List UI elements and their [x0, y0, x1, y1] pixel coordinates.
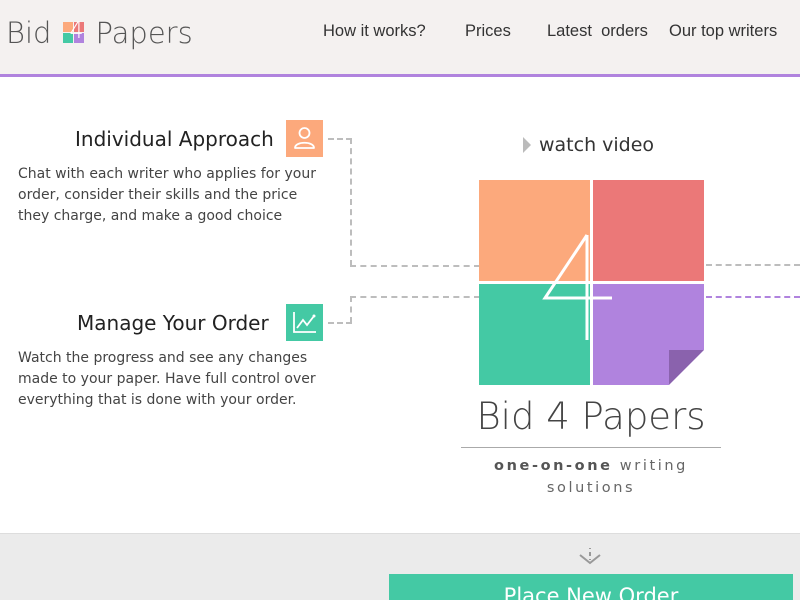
feature-text-individual-approach: Chat with each writer who applies for yo… — [18, 166, 316, 224]
logo-text-right: Papers — [95, 16, 193, 50]
logo-text-left: Bid — [6, 16, 52, 50]
feature-text-manage-order: Watch the progress and see any changes m… — [18, 350, 316, 408]
logo-mark-number: 4 — [65, 18, 87, 44]
watch-video-label: watch video — [539, 134, 655, 156]
page: Bid 4 Papers How it works? Prices Latest… — [0, 0, 800, 600]
nav-how-it-works[interactable]: How it works? — [323, 22, 426, 41]
nav-latest-orders[interactable]: Latest orders — [547, 22, 648, 41]
feature-title-individual-approach: Individual Approach — [75, 127, 274, 151]
user-icon — [286, 120, 323, 157]
logo-mark-icon: 4 — [63, 19, 85, 44]
site-logo[interactable]: Bid 4 Papers — [6, 16, 193, 50]
nav-top-writers[interactable]: Our top writers — [669, 22, 777, 41]
connector-line — [706, 264, 800, 266]
connector-line — [350, 138, 352, 266]
connector-line — [706, 296, 800, 298]
chart-icon — [286, 304, 323, 341]
place-new-order-button[interactable]: Place New Order — [389, 574, 793, 600]
connector-line — [350, 265, 480, 267]
connector-line — [328, 322, 352, 324]
connector-line — [350, 296, 480, 298]
play-icon — [523, 137, 531, 153]
divider — [461, 447, 721, 448]
watch-video-link[interactable]: watch video — [523, 134, 654, 156]
nav-prices[interactable]: Prices — [465, 22, 511, 41]
hero-logo — [479, 180, 704, 385]
header: Bid 4 Papers How it works? Prices Latest… — [0, 0, 800, 77]
tagline-bold: one-on-one — [494, 458, 613, 474]
feature-title-manage-order: Manage Your Order — [77, 311, 269, 335]
connector-line — [350, 296, 352, 323]
arrow-down-icon — [579, 548, 601, 565]
brand-title: Bid 4 Papers — [476, 395, 706, 438]
connector-line — [328, 138, 352, 140]
tagline: one-on-one writing solutions — [471, 455, 711, 499]
